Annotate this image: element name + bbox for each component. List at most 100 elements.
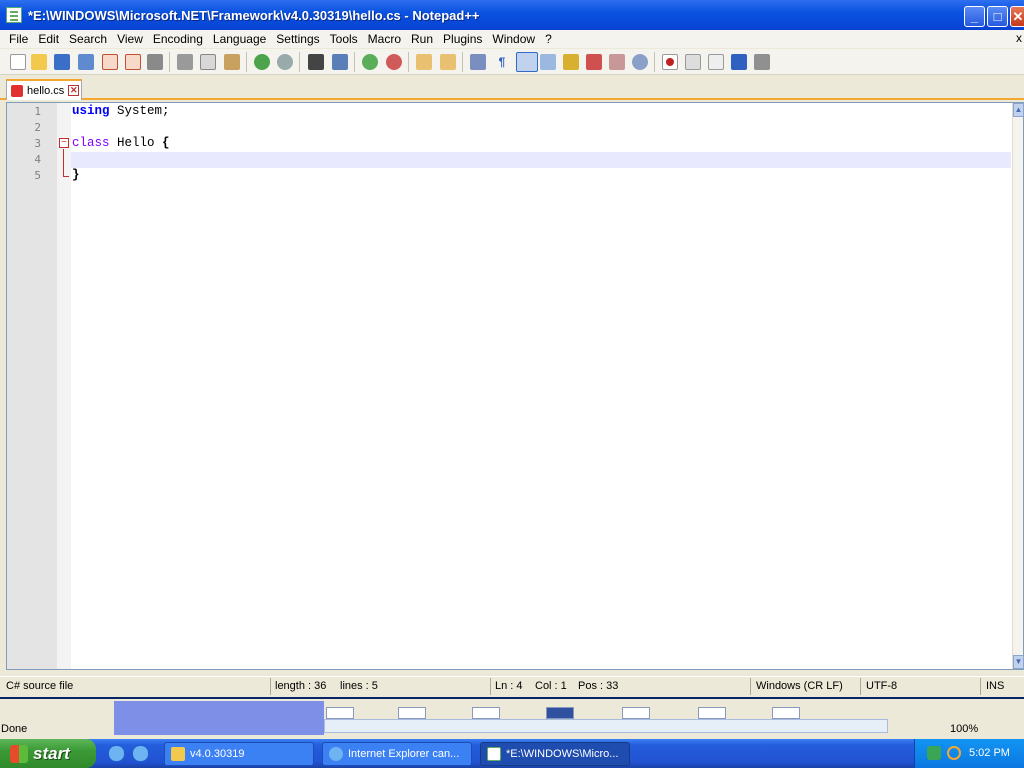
show-all-chars-icon[interactable]: ¶ (494, 54, 510, 70)
taskbar-item-folder[interactable]: v4.0.30319 (164, 742, 314, 766)
toolbar-separator (654, 52, 655, 72)
search-icon[interactable] (947, 746, 961, 760)
zoom-in-icon[interactable] (362, 54, 378, 70)
ie-thumbnail[interactable] (326, 707, 354, 719)
monitoring-eye-icon[interactable] (632, 54, 648, 70)
maximize-button[interactable]: □ (987, 6, 1008, 27)
menu-file[interactable]: File (0, 32, 33, 46)
new-file-icon[interactable] (10, 54, 26, 70)
menu-plugins[interactable]: Plugins (438, 32, 487, 46)
clock[interactable]: 5:02 PM (969, 747, 1010, 759)
tab-strip: hello.cs ✕ (0, 76, 1024, 100)
title-bar[interactable]: *E:\WINDOWS\Microsoft.NET\Framework\v4.0… (0, 0, 1024, 30)
close-button[interactable]: ✕ (1010, 6, 1024, 27)
ie-thumbnail[interactable] (546, 707, 574, 719)
editor-area[interactable]: 1 2 3 4 5 − using System; class Hello { … (6, 102, 1024, 768)
status-col: Col : 1 (535, 680, 567, 692)
ie-zoom-level[interactable]: 100% (950, 723, 978, 735)
close-tab-icon[interactable]: ✕ (68, 85, 80, 96)
network-icon[interactable] (927, 746, 941, 760)
menu-macro[interactable]: Macro (363, 32, 406, 46)
copy-icon[interactable] (200, 54, 216, 70)
code-text: System; (109, 104, 170, 118)
menu-edit[interactable]: Edit (33, 32, 64, 46)
status-ln: Ln : 4 (495, 680, 523, 692)
save-icon[interactable] (54, 54, 70, 70)
run-macro-multiple-icon[interactable] (731, 54, 747, 70)
toolbar-separator (408, 52, 409, 72)
zoom-out-icon[interactable] (386, 54, 402, 70)
keyword: class (72, 136, 110, 150)
ie-thumbnail[interactable] (472, 707, 500, 719)
tab-hello-cs[interactable]: hello.cs ✕ (6, 79, 82, 100)
taskbar-item-notepadpp[interactable]: *E:\WINDOWS\Micro... (480, 742, 630, 766)
indent-guide-icon[interactable] (516, 52, 538, 72)
close-document-x[interactable]: x (1016, 31, 1022, 45)
open-file-icon[interactable] (31, 54, 47, 70)
menu-tools[interactable]: Tools (325, 32, 363, 46)
redo-icon[interactable] (277, 54, 293, 70)
find-icon[interactable] (308, 54, 324, 70)
replace-icon[interactable] (332, 54, 348, 70)
fold-end (63, 176, 69, 177)
ie-selected-thumbnail[interactable] (114, 701, 324, 735)
record-macro-icon[interactable] (662, 54, 678, 70)
ie-quicklaunch-icon-2[interactable] (132, 745, 149, 762)
ie-thumbnail[interactable] (772, 707, 800, 719)
toolbar: ¶ (0, 49, 1024, 75)
paste-icon[interactable] (224, 54, 240, 70)
doc-map-icon[interactable] (563, 54, 579, 70)
user-defined-lang-icon[interactable] (540, 54, 556, 70)
status-divider (490, 678, 491, 695)
print-icon[interactable] (147, 54, 163, 70)
menu-help[interactable]: ? (540, 32, 557, 46)
keyword: using (72, 104, 110, 118)
menu-view[interactable]: View (112, 32, 148, 46)
scroll-down-icon[interactable]: ▼ (1013, 655, 1024, 669)
menu-encoding[interactable]: Encoding (148, 32, 208, 46)
save-all-icon[interactable] (78, 54, 94, 70)
menu-run[interactable]: Run (406, 32, 438, 46)
play-macro-icon[interactable] (708, 54, 724, 70)
toolbar-separator (354, 52, 355, 72)
function-list-icon[interactable] (586, 54, 602, 70)
undo-icon[interactable] (254, 54, 270, 70)
menu-window[interactable]: Window (487, 32, 540, 46)
fold-margin (57, 103, 71, 669)
ie-thumbnail[interactable] (622, 707, 650, 719)
line-number: 5 (34, 169, 41, 182)
menu-bar: File Edit Search View Encoding Language … (0, 30, 1024, 48)
background-ie-window: Done 100% (0, 697, 1024, 739)
fold-collapse-icon[interactable]: − (59, 138, 69, 148)
taskbar-item-ie[interactable]: Internet Explorer can... (322, 742, 472, 766)
sync-horizontal-icon[interactable] (440, 54, 456, 70)
window-title: *E:\WINDOWS\Microsoft.NET\Framework\v4.0… (28, 7, 480, 23)
close-file-icon[interactable] (102, 54, 118, 70)
start-button[interactable]: start (0, 739, 96, 768)
status-divider (860, 678, 861, 695)
save-macro-icon[interactable] (754, 54, 770, 70)
word-wrap-icon[interactable] (470, 54, 486, 70)
menu-language[interactable]: Language (208, 32, 271, 46)
scroll-up-icon[interactable]: ▲ (1013, 103, 1024, 117)
close-all-icon[interactable] (125, 54, 141, 70)
minimize-button[interactable]: _ (964, 6, 985, 27)
current-line-highlight (71, 152, 1011, 168)
start-label: start (33, 743, 70, 763)
toolbar-separator (299, 52, 300, 72)
taskbar: start v4.0.30319 Internet Explorer can..… (0, 739, 1024, 768)
stop-macro-icon[interactable] (685, 54, 701, 70)
code-line-3: class Hello { (72, 136, 170, 150)
ie-quicklaunch-icon[interactable] (108, 745, 125, 762)
brace: } (72, 168, 80, 182)
ie-thumbnail[interactable] (698, 707, 726, 719)
menu-search[interactable]: Search (64, 32, 112, 46)
ie-horizontal-scrollbar[interactable] (324, 719, 888, 733)
folder-workspace-icon[interactable] (609, 54, 625, 70)
ie-thumbnail[interactable] (398, 707, 426, 719)
menu-settings[interactable]: Settings (271, 32, 324, 46)
task-label: *E:\WINDOWS\Micro... (506, 748, 619, 760)
vertical-scrollbar[interactable]: ▲ ▼ (1012, 103, 1024, 669)
cut-icon[interactable] (177, 54, 193, 70)
sync-vertical-icon[interactable] (416, 54, 432, 70)
